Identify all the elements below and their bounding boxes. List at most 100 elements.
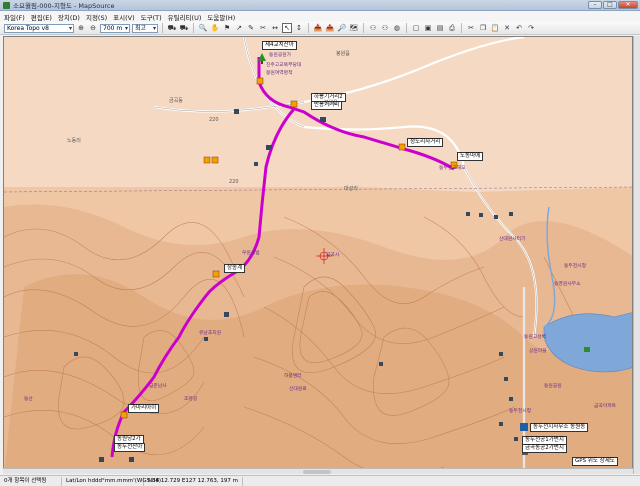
poi-label: 동두천시청 <box>564 264 587 269</box>
zoom-select[interactable]: 700 m <box>100 23 130 33</box>
paste-icon[interactable]: 📋 <box>490 23 500 33</box>
road-number-label: 220 <box>209 117 219 123</box>
office-label[interactable]: 동두천시사무소 동원동 <box>530 423 589 432</box>
place-label: 대성리 <box>344 186 358 192</box>
save-file-icon[interactable]: ▤ <box>435 23 445 33</box>
hand-tool-icon[interactable]: ✋ <box>210 23 220 33</box>
new-file-icon[interactable]: ▢ <box>411 23 421 33</box>
vertical-scrollbar[interactable] <box>633 36 640 474</box>
horizontal-scrollbar[interactable] <box>3 468 633 474</box>
product-select[interactable]: Korea Topo v8 <box>4 23 74 33</box>
menu-bar: 파일(F) 편집(E) 장치(D) 지정(S) 표시(V) 도구(T) 유틸리티… <box>0 11 640 22</box>
poi-label: 유남초지원 <box>199 331 222 336</box>
menu-help[interactable]: 도움말(H) <box>207 12 235 22</box>
poi-label: 동두천교해모 <box>439 166 466 171</box>
poi-label: 상원마을 <box>529 349 547 354</box>
toolbar-divider <box>363 23 364 33</box>
toolbar-divider <box>406 23 407 33</box>
poi-label: 동영원사무소 <box>554 282 581 287</box>
poi-label: 진주고교북부당대 <box>266 63 302 68</box>
road-number-label: 220 <box>229 179 239 185</box>
status-bar: 0개 항목이 선택됨 Lat/Lon hddd°mm.mmm'(WGS 84) … <box>0 475 640 486</box>
copy-icon[interactable]: ❐ <box>478 23 488 33</box>
undo-icon[interactable]: ↶ <box>514 23 524 33</box>
title-bar: 소요월림-000-지형도 - MapSource – □ ✕ <box>0 0 640 11</box>
zoom-out-icon[interactable]: ⊖ <box>88 23 98 33</box>
print-icon[interactable]: ⎙ <box>447 23 457 33</box>
globe-icon[interactable]: ◍ <box>392 23 402 33</box>
place-label: 봉원읍 <box>336 51 350 57</box>
gps-label[interactable]: GPS 위도 상세도 <box>572 457 618 466</box>
map-product-2-icon[interactable]: ⛟ <box>179 23 189 33</box>
track-tool-icon[interactable]: ✎ <box>246 23 256 33</box>
window-title: 소요월림-000-지형도 - MapSource <box>13 2 115 10</box>
toolbar-divider <box>162 23 163 33</box>
toolbar-divider <box>308 23 309 33</box>
poi-label: 동산 <box>24 397 33 402</box>
delete-icon[interactable]: ✕ <box>502 23 512 33</box>
poi-label: 조명길 <box>184 397 198 402</box>
status-coords: N38 12.729 E127 12.763, 197 m <box>144 476 243 486</box>
minimize-button[interactable]: – <box>588 1 602 9</box>
app-icon <box>3 1 10 9</box>
poi-label: 동원공원가 <box>269 53 292 58</box>
cut-icon[interactable]: ✂ <box>466 23 476 33</box>
poi-label: 봉원여역명적 <box>266 71 293 76</box>
menu-view[interactable]: 표시(V) <box>113 12 134 22</box>
waypoint-label[interactable]: 청도리사거리 <box>407 138 444 147</box>
window-controls: – □ ✕ <box>588 1 638 9</box>
waypoint-tool-icon[interactable]: ⚑ <box>222 23 232 33</box>
close-button[interactable]: ✕ <box>618 1 638 9</box>
place-label: 노동리 <box>67 138 81 144</box>
receive-icon[interactable]: 📥 <box>313 23 323 33</box>
select-tool-icon[interactable]: ↖ <box>282 23 292 33</box>
toolbar: Korea Topo v8 ⊕ ⊖ 700 m 최고 ⛟ ⛟ 🔍 ✋ ⚑ ↗ ✎… <box>0 22 640 35</box>
waypoint-label[interactable]: 제4교치산아 <box>262 41 297 50</box>
menu-transfer[interactable]: 지정(S) <box>86 12 107 22</box>
measure-tool-icon[interactable]: ↔ <box>270 23 280 33</box>
detail-select[interactable]: 최고 <box>132 23 158 33</box>
route-tool-icon[interactable]: ↗ <box>234 23 244 33</box>
open-file-icon[interactable]: ▣ <box>423 23 433 33</box>
distance-tool-icon[interactable]: ↕ <box>294 23 304 33</box>
menu-utility[interactable]: 유틸리티(U) <box>168 12 202 22</box>
poi-label: 동원고성벽 <box>524 335 547 340</box>
waypoint-label[interactable]: 동두천산아 <box>114 443 146 452</box>
waypoint-label[interactable]: 상송계 <box>224 264 246 273</box>
poi-label: 우원시범 <box>242 251 260 256</box>
waypoint-label[interactable]: 노동마에 <box>457 152 484 161</box>
menu-device[interactable]: 장치(D) <box>58 12 80 22</box>
poi-label: 금곡사 <box>326 253 340 258</box>
poi-label: 하봉명터 <box>284 374 302 379</box>
toolbar-divider <box>461 23 462 33</box>
maximize-button[interactable]: □ <box>603 1 617 9</box>
place-label: 금곡동 <box>169 98 183 104</box>
map-icon[interactable]: 🗺 <box>349 23 359 33</box>
zoom-in-icon[interactable]: ⊕ <box>76 23 86 33</box>
find-icon[interactable]: 🔎 <box>337 23 347 33</box>
binoculars-icon[interactable]: ⚇ <box>368 23 378 33</box>
address-label[interactable]: 금곡동공2가번지 <box>522 444 567 453</box>
menu-file[interactable]: 파일(F) <box>4 12 25 22</box>
menu-edit[interactable]: 편집(E) <box>31 12 52 22</box>
poi-label: 신대원로 <box>289 387 307 392</box>
send-icon[interactable]: 📤 <box>325 23 335 33</box>
poi-label: 금촌남사 <box>149 384 167 389</box>
zoom-tool-icon[interactable]: 🔍 <box>198 23 208 33</box>
poi-label: 동두천시청 <box>509 409 532 414</box>
waypoint-label[interactable]: 가마리아이 <box>128 404 160 413</box>
poi-label: 산대원사터기 <box>499 237 526 242</box>
place-label: 봉원읍 <box>324 100 338 106</box>
scrollbar-thumb[interactable] <box>303 470 331 474</box>
redo-icon[interactable]: ↷ <box>526 23 536 33</box>
find-places-icon[interactable]: ⚇ <box>380 23 390 33</box>
menu-tools[interactable]: 도구(T) <box>141 12 162 22</box>
erase-tool-icon[interactable]: ✂ <box>258 23 268 33</box>
toolbar-divider <box>193 23 194 33</box>
poi-label: 동원공원 <box>544 384 562 389</box>
map-view[interactable]: 제4교치산아 하봉기거리2 반봉기거리 청도리사거리 노동마에 상송계 가마리아… <box>3 36 633 474</box>
status-format: Lat/Lon hddd°mm.mmm'(WGS 84) <box>62 476 161 486</box>
poi-label: 금곡아파트 <box>594 404 617 409</box>
map-product-icon[interactable]: ⛟ <box>167 23 177 33</box>
status-selection: 0개 항목이 선택됨 <box>0 476 62 486</box>
